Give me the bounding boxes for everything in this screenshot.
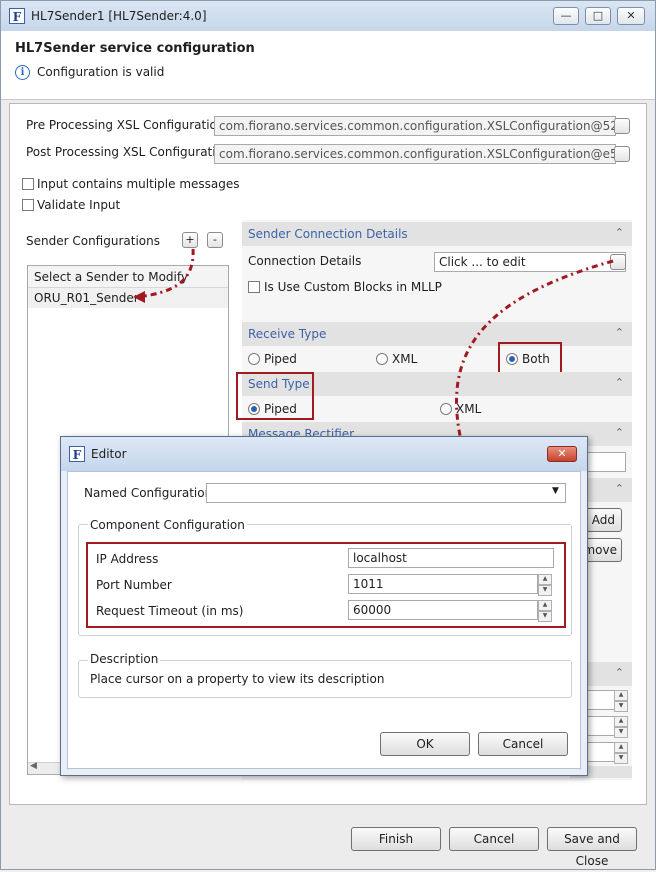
arrowhead-sender <box>133 291 145 303</box>
ok-button[interactable]: OK <box>380 732 470 756</box>
editor-title: Editor <box>91 447 127 461</box>
finish-button[interactable]: Finish <box>351 827 441 851</box>
editor-dialog: F Editor ✕ Named Configuration ▼ Compone… <box>60 436 588 776</box>
close-icon[interactable]: ✕ <box>547 446 577 462</box>
save-and-close-button[interactable]: Save and Close <box>547 827 637 868</box>
cancel-button[interactable]: Cancel <box>449 827 539 851</box>
app-logo-icon: F <box>69 446 85 462</box>
highlight-properties <box>86 542 566 628</box>
editor-body: Named Configuration ▼ Component Configur… <box>67 471 581 769</box>
description-title: Description <box>88 652 161 666</box>
arrow-to-sender-item <box>136 248 195 299</box>
dropdown-icon[interactable]: ▼ <box>552 486 559 496</box>
named-configuration-select[interactable] <box>206 483 566 503</box>
editor-title-bar: F Editor ✕ <box>61 437 587 471</box>
editor-cancel-button[interactable]: Cancel <box>478 732 568 756</box>
arrow-to-editor <box>455 259 614 450</box>
named-configuration-label: Named Configuration <box>84 486 213 500</box>
component-configuration-title: Component Configuration <box>88 518 247 532</box>
description-text: Place cursor on a property to view its d… <box>90 672 385 686</box>
